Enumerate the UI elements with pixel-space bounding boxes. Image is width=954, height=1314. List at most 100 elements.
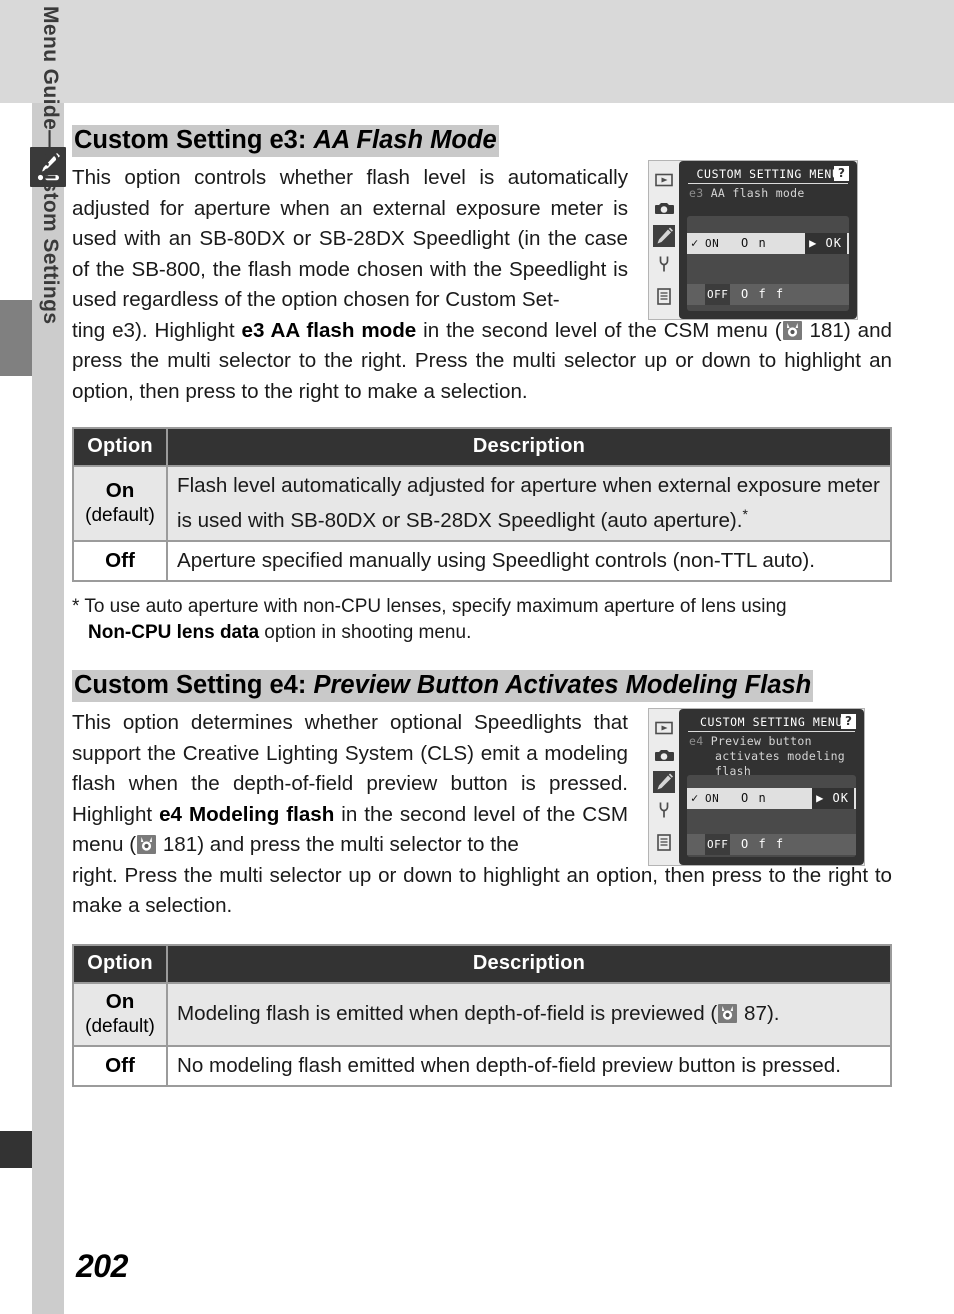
lcd-option-name-off: O f f — [741, 287, 785, 301]
column-header-description: Description — [166, 427, 892, 468]
option-cell-on: On (default) — [72, 465, 168, 543]
table-row: Off Aperture specified manually using Sp… — [72, 540, 892, 583]
playback-icon — [653, 717, 675, 739]
page-reference-icon — [137, 835, 157, 855]
playback-icon — [653, 169, 675, 191]
lcd-icon-strip-e4 — [649, 709, 679, 866]
lcd-title-e3: CUSTOM SETTING MENU — [696, 167, 840, 181]
lcd-option-name-on: O n — [741, 791, 768, 806]
body-e3-part2: in the second level of the CSM menu ( — [416, 318, 782, 342]
description-text-part2: ). — [766, 1002, 780, 1026]
wrench-icon — [653, 253, 675, 275]
lcd-divider — [688, 731, 855, 733]
recent-settings-icon — [653, 831, 675, 853]
body-text-e4-narrow: This option determines whether optional … — [72, 708, 628, 861]
table-header-row: Option Description — [72, 943, 892, 984]
lcd-option-row-off-e4[interactable]: OFF O f f — [687, 834, 856, 856]
checkmark-icon: ✓ — [691, 236, 699, 250]
body-text-e4-full: right. Press the multi selector up or do… — [72, 863, 892, 918]
lcd-title-e4: CUSTOM SETTING MENU — [700, 715, 843, 730]
heading-title-e3: AA Flash Mode — [313, 126, 497, 154]
lcd-options-panel-e3: ✓ ON O n ▶ OK OFF O f f — [687, 216, 849, 311]
option-name: Off — [105, 549, 135, 573]
pencil-icon — [653, 771, 675, 794]
sidebar-section-label: Menu Guide—Custom Settings — [39, 6, 62, 325]
lcd-option-row-off-e3[interactable]: OFF O f f — [687, 284, 849, 305]
body-e3-pageref: 181 — [809, 318, 844, 342]
lcd-option-abbr-on: ON — [705, 792, 720, 806]
page-content: Custom Setting e3: AA Flash Mode CUSTOM … — [72, 103, 892, 1087]
lcd-display-e4: CUSTOM SETTING MENU ? e4 Preview button a… — [679, 709, 864, 866]
footnote-part2: option in shooting menu. — [259, 622, 472, 644]
lcd-option-name-off: O f f — [741, 837, 785, 852]
body-text-e3-full: ting e3). Highlight e3 AA flash mode in … — [72, 316, 892, 408]
lcd-screenshot-e4: CUSTOM SETTING MENU ? e4 Preview button a… — [648, 708, 865, 867]
footnote-bold: Non-CPU lens data — [88, 622, 260, 644]
section-heading-e3: Custom Setting e3: AA Flash Mode — [72, 125, 892, 158]
camera-icon — [653, 197, 675, 219]
section-heading-e4: Custom Setting e4: Preview Button Activa… — [72, 670, 892, 867]
lcd-option-row-on-e4[interactable]: ✓ ON O n ▶ OK — [687, 788, 856, 810]
body-e4-pageref: 181 — [162, 833, 198, 857]
help-icon: ? — [841, 714, 856, 730]
footnote-part1: * To use auto aperture with non-CPU lens… — [72, 596, 787, 618]
edge-tab-marker — [0, 300, 32, 376]
body-text-e3-narrow: This option controls whether flash level… — [72, 166, 628, 312]
help-icon: ? — [834, 166, 849, 181]
footnote-line2: Non-CPU lens data option in shooting men… — [72, 620, 892, 646]
lcd-subtitle-line-1: AA flash mode — [710, 186, 805, 200]
lcd-icon-strip-e3 — [649, 161, 679, 319]
lcd-screenshot-e3: CUSTOM SETTING MENU ? e3 AA flash mode ✓… — [648, 160, 858, 320]
edge-tab-marker-bottom — [0, 1131, 32, 1168]
body-e4-part3: ) and press the multi selector to the — [197, 833, 519, 857]
option-name: Off — [105, 1053, 135, 1077]
option-name: On — [105, 989, 135, 1013]
heading-title-e4: Preview Button Activates Modeling Flash — [313, 671, 812, 700]
lcd-option-abbr-off: OFF — [705, 834, 731, 856]
heading-prefix-e3: Custom Setting e3: — [74, 126, 307, 154]
lcd-index-e4: e4 — [689, 734, 704, 749]
recent-settings-icon — [653, 285, 675, 307]
checkmark-icon: ✓ — [691, 791, 699, 806]
lcd-option-row-on-e3[interactable]: ✓ ON O n ▶ OK — [687, 233, 849, 254]
options-table-e3: Option Description On (default) Flash le… — [72, 427, 892, 583]
lcd-subtitle-line-1: Preview button — [710, 734, 812, 749]
option-name: On — [105, 479, 135, 503]
lcd-index-e3: e3 — [689, 186, 704, 200]
option-cell-off: Off — [72, 540, 168, 583]
lcd-divider — [688, 183, 848, 184]
page-reference-icon — [782, 320, 802, 340]
heading-prefix-e4: Custom Setting e4: — [74, 671, 307, 700]
lcd-ok-button[interactable]: ▶ OK — [812, 788, 854, 810]
lcd-option-name-on: O n — [741, 236, 768, 250]
options-table-e4: Option Description On (default) Modeling… — [72, 943, 892, 1087]
lcd-option-abbr-off: OFF — [705, 284, 731, 305]
body-e3-bold: e3 AA flash mode — [241, 318, 417, 342]
description-text-part1: Modeling flash is emitted when depth-of-… — [177, 1002, 718, 1026]
table-header-row: Option Description — [72, 427, 892, 468]
page-reference-icon — [718, 1004, 738, 1024]
option-cell-off: Off — [72, 1044, 168, 1087]
description-cell-off: No modeling flash emitted when depth-of-… — [166, 1044, 892, 1087]
option-default-label: (default) — [85, 1015, 155, 1037]
pencil-icon — [653, 225, 675, 247]
table-row: Off No modeling flash emitted when depth… — [72, 1044, 892, 1087]
footnote-marker: * — [742, 506, 748, 523]
column-header-description: Description — [166, 943, 892, 984]
page-top-band — [0, 0, 954, 103]
wrench-icon — [653, 799, 675, 821]
body-e4-bold: e4 Modeling flash — [159, 802, 335, 826]
column-header-option: Option — [72, 943, 168, 984]
description-pageref: 87 — [744, 1002, 767, 1026]
body-e3-part1: ting e3). Highlight — [72, 318, 242, 342]
footnote-e3: * To use auto aperture with non-CPU lens… — [72, 594, 892, 646]
lcd-option-abbr-on: ON — [705, 237, 720, 250]
lcd-ok-button[interactable]: ▶ OK — [805, 233, 847, 254]
description-text: Flash level automatically adjusted for a… — [177, 474, 880, 533]
camera-icon — [653, 744, 675, 766]
lcd-options-panel-e4: ✓ ON O n ▶ OK OFF O f f — [687, 775, 856, 858]
option-default-label: (default) — [85, 505, 155, 527]
lcd-display-e3: CUSTOM SETTING MENU ? e3 AA flash mode ✓… — [679, 161, 857, 319]
table-row: On (default) Modeling flash is emitted w… — [72, 981, 892, 1047]
page-number: 202 — [76, 1248, 128, 1284]
